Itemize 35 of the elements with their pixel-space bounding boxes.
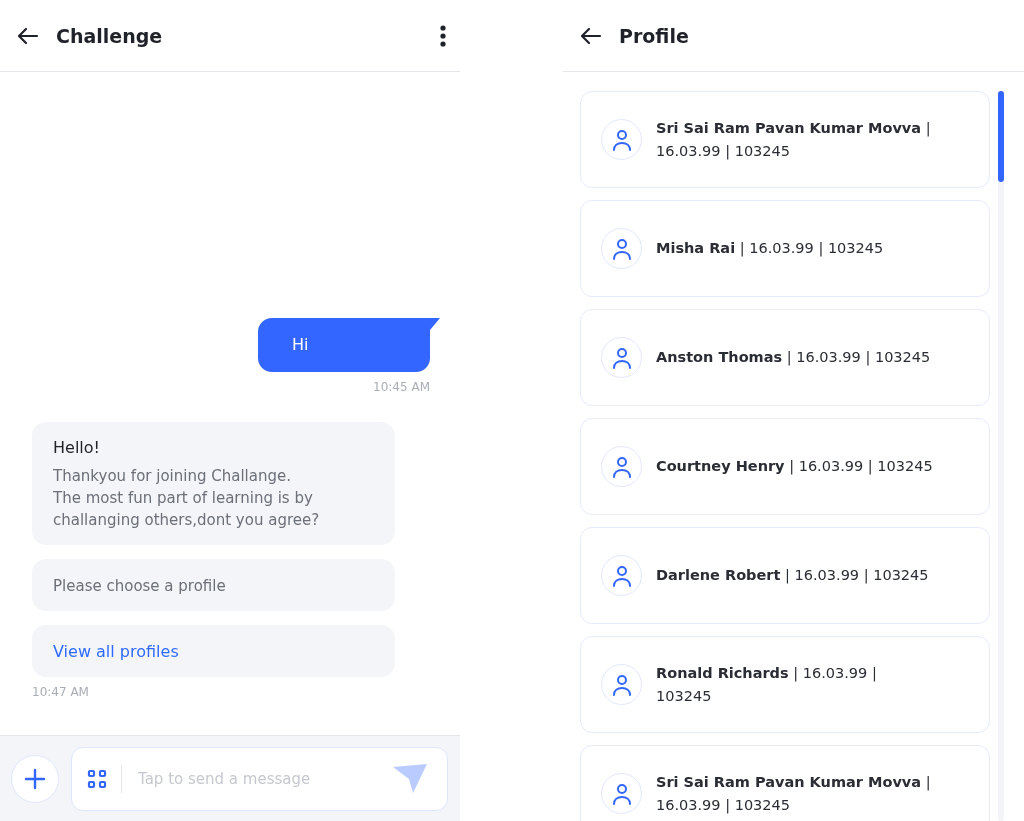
user-icon [611,128,632,151]
profile-title: Profile [619,24,690,47]
message-text: Thankyou for joining Challange. The most fun part of learning is by challanging others,dont you agree? [53,466,321,531]
grid-icon[interactable] [87,768,107,789]
more-menu-button[interactable] [440,24,446,47]
message-time: 10:47 AM [32,685,90,699]
user-icon [611,782,632,805]
user-icon [611,455,632,478]
profile-info: Misha Rai | 16.03.99 | 103245 [656,239,885,259]
profile-info: Anston Thomas | 16.03.99 | 103245 [656,348,932,368]
message-title: Hello! [53,438,101,457]
profile-card[interactable]: Sri Sai Ram Pavan Kumar Movva | 16.03.99 | 103245 [580,91,990,188]
plus-icon [24,767,46,790]
profile-info: Sri Sai Ram Pavan Kumar Movva | 16.03.99 | 103245 [656,118,932,162]
message-text: Please choose a profile [53,576,227,597]
user-icon [611,346,632,369]
user-icon [611,237,632,260]
profile-card[interactable]: Darlene Robert | 16.03.99 | 103245 [580,527,990,624]
profile-card[interactable]: Sri Sai Ram Pavan Kumar Movva | 16.03.99 | 103245 [580,745,990,821]
profile-info: Ronald Richards | 16.03.99 | 103245 [656,663,878,706]
profile-info: Darlene Robert | 16.03.99 | 103245 [656,566,930,586]
profile-card[interactable]: Ronald Richards | 16.03.99 | 103245 [580,636,990,733]
user-icon [611,673,632,696]
profile-card[interactable]: Courtney Henry | 16.03.99 | 103245 [580,418,990,515]
profile-card[interactable]: Misha Rai | 16.03.99 | 103245 [580,200,990,297]
view-profiles-link[interactable]: View all profiles [53,642,179,661]
profile-card[interactable]: Anston Thomas | 16.03.99 | 103245 [580,309,990,406]
add-button[interactable] [11,754,59,803]
sent-message-bubble: Hi [258,318,440,372]
profile-info: Sri Sai Ram Pavan Kumar Movva | 16.03.99 | 103245 [656,772,932,816]
message-time: 10:45 AM [373,380,430,394]
scrollbar-thumb[interactable] [998,91,1004,182]
profile-info: Courtney Henry | 16.03.99 | 103245 [656,457,934,477]
user-icon [611,564,632,587]
chat-title: Challenge [56,24,164,47]
